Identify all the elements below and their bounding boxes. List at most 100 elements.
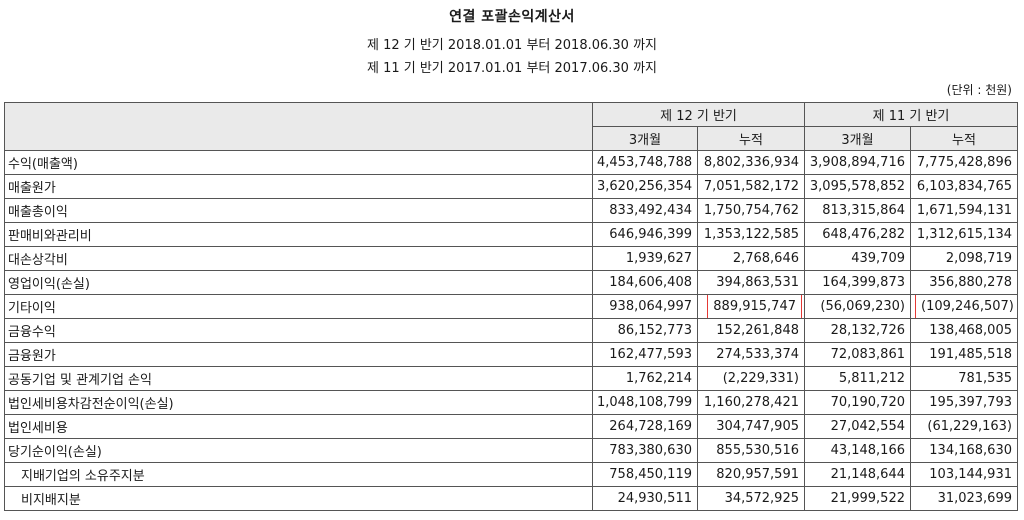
- value-cell: 274,533,374: [697, 342, 805, 367]
- header-row-groups: 제 12 기 반기 제 11 기 반기: [4, 102, 1018, 151]
- value-cell: 2,098,719: [910, 246, 1018, 271]
- value-cell: 4,453,748,788: [592, 150, 698, 175]
- value-cell: 394,863,531: [697, 270, 805, 295]
- table-row: 기타이익 938,064,997 889,915,747 (56,069,230) (1…: [4, 294, 1018, 319]
- value-cell: 304,747,905: [697, 414, 805, 439]
- table-row: 지배기업의 소유주지분 758,450,119 820,957,591 21,148,…: [4, 462, 1018, 487]
- value-cell: 646,946,399: [592, 222, 698, 247]
- header-prior-period: 제 11 기 반기: [804, 102, 1018, 127]
- value-cell: 1,939,627: [592, 246, 698, 271]
- table-row: 금융원가 162,477,593 274,533,374 72,083,861 191,…: [4, 342, 1018, 367]
- value-cell: (61,229,163): [910, 414, 1018, 439]
- value-cell: 3,095,578,852: [804, 174, 911, 199]
- value-cell: 43,148,166: [804, 438, 911, 463]
- row-label: 영업이익(손실): [4, 270, 593, 295]
- row-label: 기타이익: [4, 294, 593, 319]
- header-label-cell: [4, 102, 593, 151]
- table-row: 매출원가 3,620,256,354 7,051,582,172 3,095,578,…: [4, 174, 1018, 199]
- value-cell: (56,069,230): [804, 294, 911, 319]
- value-cell: 783,380,630: [592, 438, 698, 463]
- value-cell: 1,160,278,421: [697, 390, 805, 415]
- value-cell: 938,064,997: [592, 294, 698, 319]
- row-label: 판매비와관리비: [4, 222, 593, 247]
- value-cell: 27,042,554: [804, 414, 911, 439]
- value-cell: 6,103,834,765: [910, 174, 1018, 199]
- value-cell: (2,229,331): [697, 366, 805, 391]
- value-cell: 1,312,615,134: [910, 222, 1018, 247]
- value-cell: 34,572,925: [697, 486, 805, 511]
- table-row: 비지배지분 24,930,511 34,572,925 21,999,522 31,02…: [4, 486, 1018, 511]
- statement-body: 수익(매출액) 4,453,748,788 8,802,336,934 3,908,8…: [4, 150, 1018, 511]
- row-label: 매출원가: [4, 174, 593, 199]
- value-cell: 3,620,256,354: [592, 174, 698, 199]
- value-cell: 191,485,518: [910, 342, 1018, 367]
- table-row: 공동기업 및 관계기업 손익 1,762,214 (2,229,331) 5,811,…: [4, 366, 1018, 391]
- value-cell: 8,802,336,934: [697, 150, 805, 175]
- value-cell: 820,957,591: [697, 462, 805, 487]
- value-cell: (109,246,507): [910, 294, 1018, 319]
- value-cell: 1,671,594,131: [910, 198, 1018, 223]
- table-row: 법인세비용 264,728,169 304,747,905 27,042,554 (61…: [4, 414, 1018, 439]
- value-cell: 264,728,169: [592, 414, 698, 439]
- period-current: 제 12 기 반기 2018.01.01 부터 2018.06.30 까지: [366, 38, 657, 53]
- value-cell: 2,768,646: [697, 246, 805, 271]
- header-prior-cum: 누적: [910, 126, 1018, 151]
- value-cell: 7,051,582,172: [697, 174, 805, 199]
- value-cell: 72,083,861: [804, 342, 911, 367]
- row-label: 금융수익: [4, 318, 593, 343]
- value-cell: 195,397,793: [910, 390, 1018, 415]
- table-row: 대손상각비 1,939,627 2,768,646 439,709 2,098,719: [4, 246, 1018, 271]
- header-current-period: 제 12 기 반기: [592, 102, 805, 127]
- table-row: 금융수익 86,152,773 152,261,848 28,132,726 138,4…: [4, 318, 1018, 343]
- value-cell: 162,477,593: [592, 342, 698, 367]
- value-cell: 855,530,516: [697, 438, 805, 463]
- value-cell: 24,930,511: [592, 486, 698, 511]
- row-label: 매출총이익: [4, 198, 593, 223]
- value-cell: 134,168,630: [910, 438, 1018, 463]
- row-label: 공동기업 및 관계기업 손익: [4, 366, 593, 391]
- income-statement-page: 연결 포괄손익계산서 제 12 기 반기 2018.01.01 부터 2018.…: [0, 0, 1024, 520]
- value-cell: 21,999,522: [804, 486, 911, 511]
- value-cell: 70,190,720: [804, 390, 911, 415]
- header-current-3m: 3개월: [592, 126, 698, 151]
- value-cell: 833,492,434: [592, 198, 698, 223]
- row-label: 지배기업의 소유주지분: [4, 462, 593, 487]
- header-current-cum: 누적: [697, 126, 805, 151]
- value-cell: 758,450,119: [592, 462, 698, 487]
- table-row: 매출총이익 833,492,434 1,750,754,762 813,315,864…: [4, 198, 1018, 223]
- value-cell: 7,775,428,896: [910, 150, 1018, 175]
- value-cell: 28,132,726: [804, 318, 911, 343]
- highlighted-value: 889,915,747: [707, 295, 802, 318]
- value-cell: 1,750,754,762: [697, 198, 805, 223]
- value-cell: 1,353,122,585: [697, 222, 805, 247]
- income-statement-table: 제 12 기 반기 제 11 기 반기 3개월 누적 3개월 누적 수익(매출액…: [4, 102, 1018, 511]
- value-cell: 1,762,214: [592, 366, 698, 391]
- value-cell: 86,152,773: [592, 318, 698, 343]
- value-cell: 152,261,848: [697, 318, 805, 343]
- value-cell: 164,399,873: [804, 270, 911, 295]
- row-label: 대손상각비: [4, 246, 593, 271]
- table-row: 판매비와관리비 646,946,399 1,353,122,585 648,476,2…: [4, 222, 1018, 247]
- value-cell: 3,908,894,716: [804, 150, 911, 175]
- value-cell: 813,315,864: [804, 198, 911, 223]
- row-label: 당기순이익(손실): [4, 438, 593, 463]
- value-cell: 356,880,278: [910, 270, 1018, 295]
- value-cell: 138,468,005: [910, 318, 1018, 343]
- value-cell: 103,144,931: [910, 462, 1018, 487]
- period-prior: 제 11 기 반기 2017.01.01 부터 2017.06.30 까지: [366, 61, 657, 76]
- header-prior-3m: 3개월: [804, 126, 911, 151]
- value-cell: 648,476,282: [804, 222, 911, 247]
- value-cell: 889,915,747: [697, 294, 805, 319]
- value-cell: 5,811,212: [804, 366, 911, 391]
- table-row: 법인세비용차감전순이익(손실) 1,048,108,799 1,160,278,42…: [4, 390, 1018, 415]
- highlighted-value: (109,246,507): [915, 295, 1017, 318]
- unit-label: (단위 : 천원): [946, 83, 1012, 97]
- table-row: 수익(매출액) 4,453,748,788 8,802,336,934 3,908,8…: [4, 150, 1018, 175]
- row-label: 법인세비용차감전순이익(손실): [4, 390, 593, 415]
- row-label: 비지배지분: [4, 486, 593, 511]
- row-label: 수익(매출액): [4, 150, 593, 175]
- value-cell: 31,023,699: [910, 486, 1018, 511]
- value-cell: 439,709: [804, 246, 911, 271]
- statement-title: 연결 포괄손익계산서: [449, 9, 575, 25]
- row-label: 금융원가: [4, 342, 593, 367]
